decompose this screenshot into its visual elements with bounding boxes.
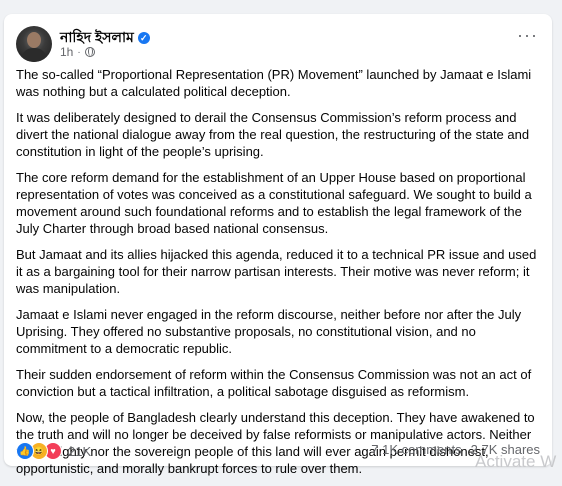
post-paragraph: Jamaat e Islami never engaged in the ref… — [16, 307, 522, 356]
post-timestamp[interactable]: 1h — [60, 45, 73, 59]
post-paragraph: The core reform demand for the establish… — [16, 170, 532, 236]
meta-separator: · — [77, 46, 81, 58]
post-meta: 1h · — [60, 45, 95, 59]
reaction-count[interactable]: 21K — [68, 444, 91, 459]
post-paragraph: But Jamaat and its allies hijacked this … — [16, 247, 537, 296]
more-options-icon[interactable]: ··· — [517, 26, 538, 44]
comments-count[interactable]: 7.1K comments — [371, 442, 461, 457]
post-paragraph: It was deliberately designed to derail t… — [16, 110, 530, 159]
activate-windows-watermark: Activate W — [475, 452, 557, 471]
reactions-summary[interactable]: 👍 😆 ♥ 21K — [16, 442, 91, 460]
avatar-face — [27, 32, 41, 48]
post-header: নাহিদ ইসলাম ✓ 1h · ··· — [16, 24, 540, 68]
post-paragraph: The so-called “Proportional Representati… — [16, 67, 532, 99]
like-icon: 👍 — [16, 442, 34, 460]
post-footer: 👍 😆 ♥ 21K 7.1K comments 2.7K shares — [16, 442, 540, 460]
post-card: নাহিদ ইসলাম ✓ 1h · ··· The so-called “Pr… — [4, 14, 552, 476]
avatar-body — [21, 48, 47, 62]
verified-badge-icon: ✓ — [137, 32, 150, 44]
author-avatar[interactable] — [16, 26, 52, 62]
post-paragraph: Their sudden endorsement of reform withi… — [16, 367, 532, 399]
post-body: The so-called “Proportional Representati… — [16, 66, 544, 486]
globe-icon[interactable] — [84, 47, 95, 57]
